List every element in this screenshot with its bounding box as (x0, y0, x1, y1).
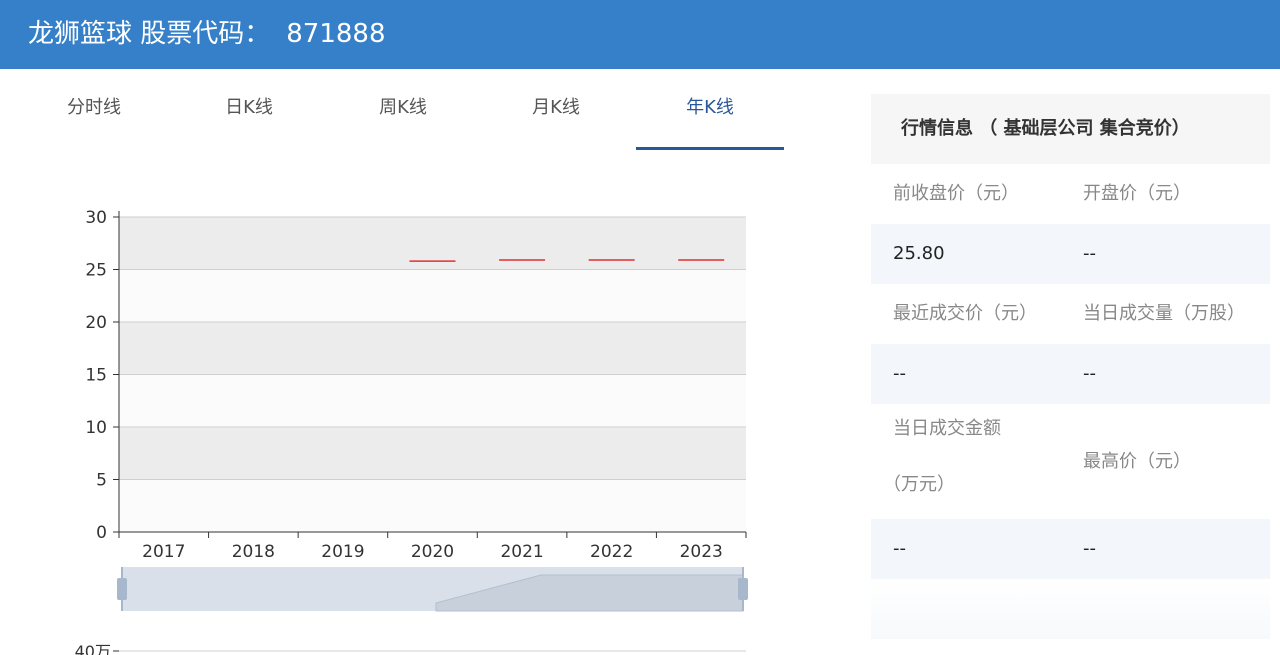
market-info-title: 行情信息 （ 基础层公司 集合竞价） (871, 94, 1270, 164)
zoom-right-handle[interactable] (738, 578, 748, 600)
volume-value: -- (1083, 363, 1096, 384)
stock-name-label: 龙狮篮球 股票代码： (28, 19, 271, 49)
turnover-label: 当日成交金额 （万元） (883, 414, 1053, 500)
turnover-label-line1: 当日成交金额 (893, 418, 1001, 439)
plot-band (119, 269, 746, 322)
plot-band (119, 427, 746, 480)
x-tick-label: 2018 (232, 542, 275, 562)
turnover-value: -- (893, 538, 906, 559)
value-row: -- -- (871, 519, 1270, 579)
y-tick-label: 25 (85, 261, 107, 281)
x-tick-label: 2022 (590, 542, 633, 562)
plot-band (119, 479, 746, 532)
zoom-left-handle[interactable] (117, 578, 127, 600)
market-info-panel: 行情信息 （ 基础层公司 集合竞价） 前收盘价（元） 开盘价（元） 25.80 … (871, 94, 1270, 639)
y-tick-label: 30 (85, 208, 107, 228)
panel-fade (871, 579, 1270, 639)
chart-tabs: 分时线 日K线 周K线 月K线 年K线 (20, 88, 800, 150)
chart-svg: 30 25 20 15 10 5 0 2017 2018 2019 2020 2021 2022 2023… (75, 208, 748, 655)
tab-yearly-k[interactable]: 年K线 (636, 88, 784, 150)
last-price-value: -- (893, 363, 906, 384)
y-tick-label: 0 (96, 523, 107, 543)
prev-close-value: 25.80 (893, 243, 945, 264)
label-row: 当日成交金额 （万元） 最高价（元） (871, 404, 1270, 519)
tab-weekly-k[interactable]: 周K线 (329, 88, 477, 148)
x-tick-label: 2023 (680, 542, 723, 562)
k-line-chart: 30 25 20 15 10 5 0 2017 2018 2019 2020 2021 2022 2023… (70, 195, 770, 655)
turnover-label-line2: （万元） (883, 474, 955, 495)
y-tick-label: 5 (96, 471, 107, 491)
y-tick-label: 10 (85, 418, 107, 438)
tab-daily-k[interactable]: 日K线 (175, 88, 323, 148)
tab-monthly-k[interactable]: 月K线 (482, 88, 630, 148)
page-header: 龙狮篮球 股票代码： 871888 (0, 0, 1280, 69)
value-row: 25.80 -- (871, 224, 1270, 284)
x-tick-label: 2020 (411, 542, 454, 562)
volume-label: 当日成交量（万股） (1083, 303, 1245, 324)
plot-band (119, 374, 746, 427)
y-tick-label: 15 (85, 366, 107, 386)
y-tick-label: 20 (85, 313, 107, 333)
prev-close-label: 前收盘价（元） (893, 183, 1019, 204)
x-tick-label: 2019 (321, 542, 364, 562)
value-row: -- -- (871, 344, 1270, 404)
tab-intraday[interactable]: 分时线 (20, 88, 168, 148)
x-tick-label: 2021 (500, 542, 543, 562)
volume-y-tick-label: 40万 (75, 642, 111, 655)
open-price-value: -- (1083, 243, 1096, 264)
high-price-label: 最高价（元） (1083, 451, 1191, 472)
x-tick-label: 2017 (142, 542, 185, 562)
label-row: 最近成交价（元） 当日成交量（万股） (871, 284, 1270, 344)
stock-code: 871888 (286, 19, 386, 49)
stock-title: 龙狮篮球 股票代码： 871888 (28, 14, 386, 54)
last-price-label: 最近成交价（元） (893, 303, 1037, 324)
label-row: 前收盘价（元） 开盘价（元） (871, 164, 1270, 224)
plot-band (119, 322, 746, 375)
high-price-value: -- (1083, 538, 1096, 559)
open-price-label: 开盘价（元） (1083, 183, 1191, 204)
